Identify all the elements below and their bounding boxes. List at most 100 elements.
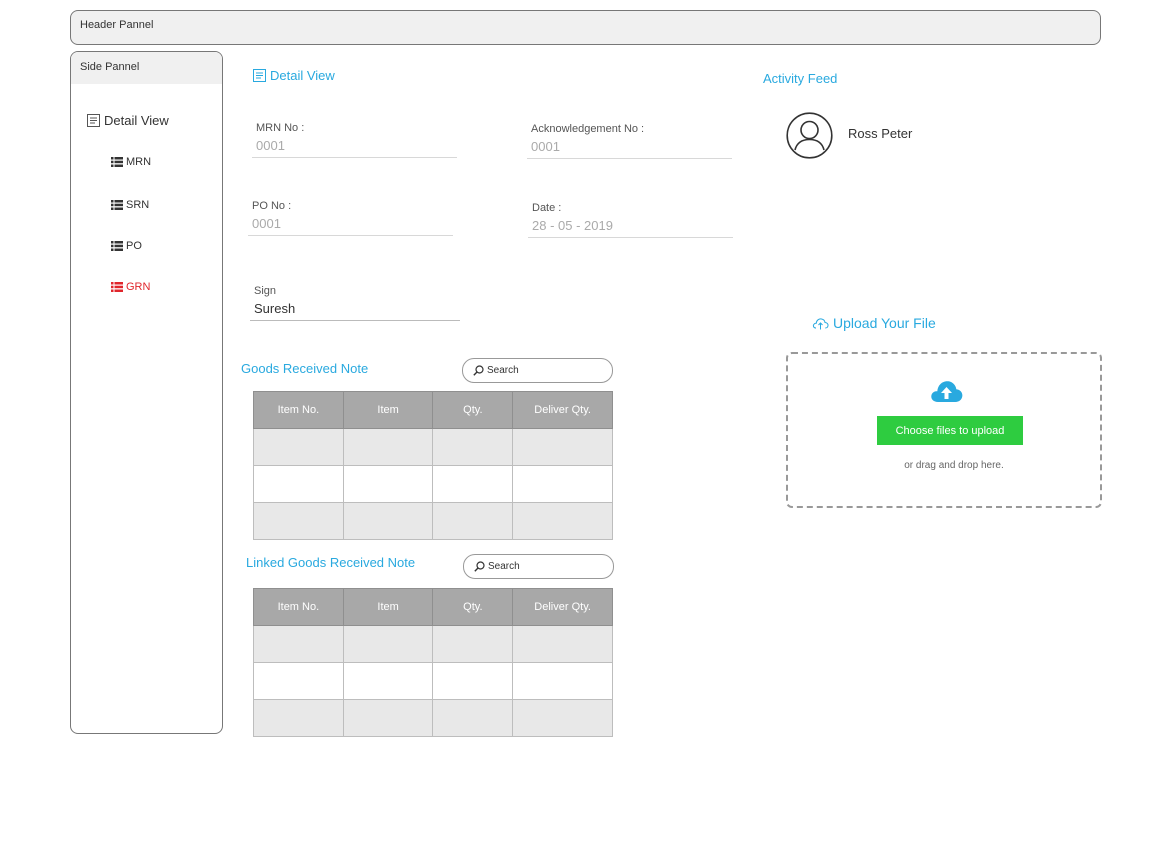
- detail-view-title: Detail View: [253, 68, 335, 83]
- table-cell[interactable]: [253, 428, 344, 466]
- grn-search-input[interactable]: [487, 365, 597, 376]
- table-cell[interactable]: [253, 625, 344, 663]
- date-label: Date :: [532, 202, 562, 214]
- table-cell[interactable]: [432, 662, 514, 700]
- linked-grn-table: Item No. Item Qty. Deliver Qty.: [253, 588, 613, 737]
- detail-view-title-label: Detail View: [270, 68, 335, 83]
- list-icon: [111, 157, 123, 167]
- column-header-item[interactable]: Item: [342, 588, 434, 626]
- table-row[interactable]: [253, 465, 613, 503]
- table-row[interactable]: [253, 502, 613, 540]
- header-panel: Header Pannel: [70, 10, 1101, 45]
- sidebar-item-label: SRN: [126, 199, 150, 211]
- column-header-item-no[interactable]: Item No.: [253, 588, 344, 626]
- sidebar-item-mrn[interactable]: MRN: [111, 156, 151, 168]
- date-value[interactable]: 28 - 05 - 2019: [532, 218, 733, 237]
- po-field[interactable]: PO No : 0001: [248, 200, 453, 236]
- cloud-upload-icon: [931, 381, 963, 402]
- table-cell[interactable]: [512, 662, 613, 700]
- po-value[interactable]: 0001: [252, 216, 453, 235]
- table-cell[interactable]: [512, 502, 613, 540]
- table-cell[interactable]: [512, 428, 613, 466]
- sidebar-item-srn[interactable]: SRN: [111, 199, 149, 211]
- mrn-label: MRN No :: [256, 122, 305, 134]
- list-icon: [111, 200, 123, 210]
- column-header-item[interactable]: Item: [342, 391, 434, 429]
- table-cell[interactable]: [253, 699, 344, 737]
- acknowledgement-label: Acknowledgement No :: [531, 123, 645, 135]
- sign-label: Sign: [254, 285, 277, 297]
- choose-files-button[interactable]: Choose files to upload: [877, 416, 1023, 445]
- header-title: Header Pannel: [80, 19, 154, 31]
- avatar-icon[interactable]: [786, 112, 833, 159]
- sidebar-item-po[interactable]: PO: [111, 240, 142, 252]
- side-panel-title: Side Pannel: [71, 52, 222, 84]
- column-header-item-no[interactable]: Item No.: [253, 391, 344, 429]
- grn-title: Goods Received Note: [241, 361, 368, 376]
- field-underline: [528, 237, 733, 238]
- linked-grn-search-input[interactable]: [488, 561, 598, 572]
- table-header-row: Item No. Item Qty. Deliver Qty.: [253, 391, 613, 429]
- side-detail-view-label: Detail View: [104, 113, 169, 128]
- side-detail-view[interactable]: Detail View: [87, 113, 169, 128]
- upload-title: Upload Your File: [812, 315, 936, 331]
- mrn-value[interactable]: 0001: [256, 138, 457, 157]
- table-row[interactable]: [253, 699, 613, 737]
- linked-grn-title-label: Linked Goods Received Note: [246, 555, 416, 570]
- list-icon: [111, 282, 123, 292]
- drag-drop-hint: or drag and drop here.: [904, 460, 1004, 471]
- field-underline: [252, 157, 457, 158]
- sign-value[interactable]: Suresh: [254, 301, 460, 320]
- sidebar-item-label: GRN: [126, 281, 151, 293]
- activity-person-name[interactable]: Ross Peter: [848, 126, 912, 141]
- search-icon: [474, 561, 485, 572]
- table-row[interactable]: [253, 662, 613, 700]
- search-icon: [473, 365, 484, 376]
- linked-grn-search[interactable]: [463, 554, 614, 579]
- table-row[interactable]: [253, 428, 613, 466]
- sidebar-item-grn[interactable]: GRN: [111, 281, 150, 293]
- acknowledgement-field[interactable]: Acknowledgement No : 0001: [527, 123, 732, 159]
- grn-title-label: Goods Received Note: [241, 361, 369, 376]
- document-icon: [87, 114, 100, 127]
- field-underline: [250, 320, 460, 321]
- mrn-field[interactable]: MRN No : 0001: [252, 122, 457, 158]
- table-cell[interactable]: [432, 428, 514, 466]
- column-header-qty[interactable]: Qty.: [432, 391, 514, 429]
- table-cell[interactable]: [432, 699, 514, 737]
- table-cell[interactable]: [342, 699, 434, 737]
- table-cell[interactable]: [342, 428, 434, 466]
- sign-field[interactable]: Sign Suresh: [250, 285, 460, 321]
- table-cell[interactable]: [432, 465, 514, 503]
- file-dropzone[interactable]: Choose files to upload or drag and drop …: [786, 352, 1102, 508]
- table-header-row: Item No. Item Qty. Deliver Qty.: [253, 588, 613, 626]
- field-underline: [527, 158, 732, 159]
- table-cell[interactable]: [253, 662, 344, 700]
- column-header-qty[interactable]: Qty.: [432, 588, 514, 626]
- table-cell[interactable]: [342, 625, 434, 663]
- list-icon: [111, 241, 123, 251]
- document-icon: [253, 69, 266, 82]
- acknowledgement-value[interactable]: 0001: [531, 139, 732, 158]
- table-cell[interactable]: [512, 465, 613, 503]
- table-cell[interactable]: [432, 625, 514, 663]
- column-header-deliver-qty[interactable]: Deliver Qty.: [512, 391, 613, 429]
- linked-grn-title: Linked Goods Received Note: [246, 555, 415, 570]
- table-cell[interactable]: [253, 502, 344, 540]
- column-header-deliver-qty[interactable]: Deliver Qty.: [512, 588, 613, 626]
- cloud-upload-icon: [812, 317, 829, 329]
- table-cell[interactable]: [342, 502, 434, 540]
- table-row[interactable]: [253, 625, 613, 663]
- upload-title-label: Upload Your File: [833, 315, 936, 331]
- table-cell[interactable]: [342, 662, 434, 700]
- table-cell[interactable]: [432, 502, 514, 540]
- grn-table: Item No. Item Qty. Deliver Qty.: [253, 391, 613, 540]
- table-cell[interactable]: [342, 465, 434, 503]
- grn-search[interactable]: [462, 358, 613, 383]
- table-cell[interactable]: [512, 699, 613, 737]
- date-field[interactable]: Date : 28 - 05 - 2019: [528, 202, 733, 238]
- po-label: PO No :: [252, 200, 292, 212]
- table-cell[interactable]: [253, 465, 344, 503]
- sidebar-item-label: PO: [126, 240, 142, 252]
- table-cell[interactable]: [512, 625, 613, 663]
